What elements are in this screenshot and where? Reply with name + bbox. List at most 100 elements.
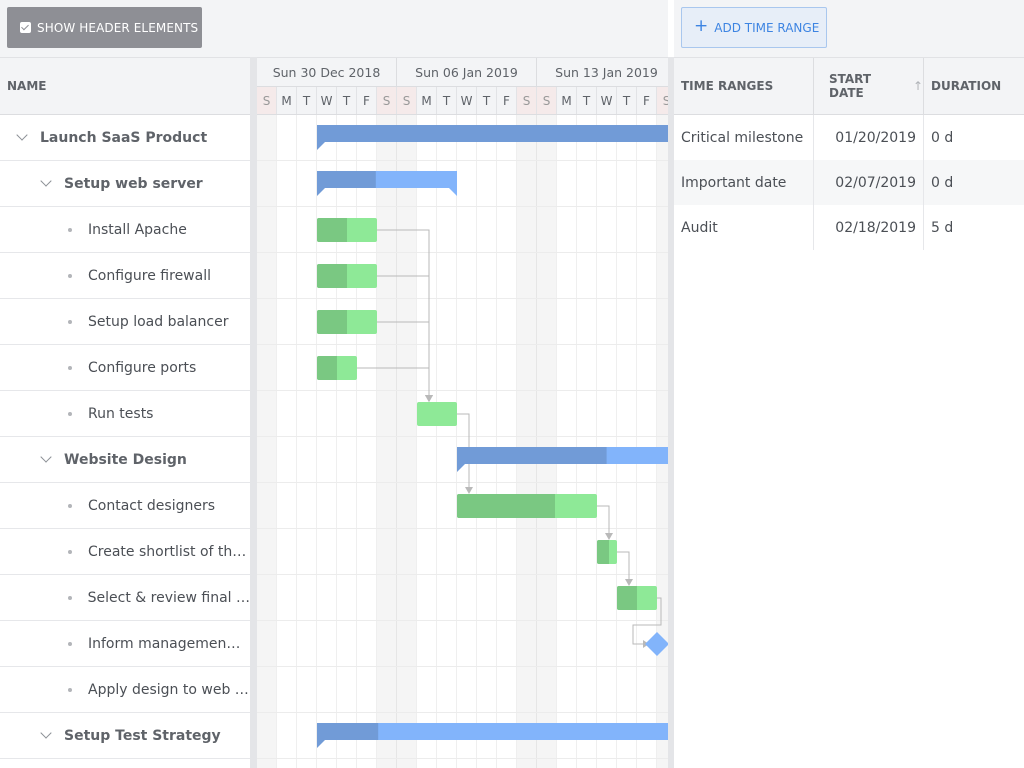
time-range-row[interactable]: Important date 02/07/2019 0 d [674, 160, 1024, 205]
task-progress-edge [345, 310, 347, 334]
task-row[interactable]: Install Apache [0, 207, 250, 253]
summary-left-cap [457, 464, 465, 472]
task-progress-edge [635, 586, 637, 610]
day-header: T [297, 87, 317, 114]
task-progress [617, 586, 637, 610]
weekend-shade [537, 115, 557, 768]
task-bar[interactable] [417, 402, 457, 426]
timeline-days-row: SMTWTFSSMTWTFSSMTWTFS [257, 87, 668, 114]
checkbox-checked-icon[interactable] [20, 22, 31, 33]
task-progress [317, 356, 337, 380]
day-header: S [517, 87, 537, 114]
time-range-name[interactable]: Critical milestone [674, 115, 814, 160]
task-name: Configure firewall [88, 267, 211, 284]
time-range-duration[interactable]: 0 d [924, 160, 1024, 205]
time-ranges-name-header[interactable]: TIME RANGES [674, 58, 814, 114]
name-column-header-label: NAME [7, 79, 47, 93]
timeline-header: Sun 30 Dec 2018 Sun 06 Jan 2019 Sun 13 Jan… [257, 57, 668, 115]
name-column-header[interactable]: NAME [0, 57, 250, 115]
task-row[interactable]: Setup web server [0, 161, 250, 207]
tree-toggle[interactable] [16, 129, 40, 141]
task-name: Website Design [64, 451, 187, 468]
dependency-line[interactable] [597, 505, 610, 534]
dependency-arrow-icon [425, 395, 433, 402]
task-row[interactable]: Select & review final … [0, 575, 250, 621]
weekend-shade [377, 115, 397, 768]
summary-progress [317, 171, 376, 188]
duration-header-label: DURATION [931, 79, 1002, 93]
timeline-canvas [257, 115, 668, 768]
task-row[interactable]: Setup load balancer [0, 299, 250, 345]
add-time-range-button[interactable]: + ADD TIME RANGE [681, 7, 827, 48]
time-range-start-date[interactable]: 01/20/2019 [814, 115, 924, 160]
time-range-start-date[interactable]: 02/18/2019 [814, 205, 924, 250]
summary-progress [457, 447, 607, 464]
chevron-down-icon[interactable] [40, 175, 52, 187]
chevron-down-icon[interactable] [40, 451, 52, 463]
time-ranges-body: Critical milestone 01/20/2019 0 d Important… [674, 115, 1024, 250]
weekend-shade [257, 115, 277, 768]
day-header: W [317, 87, 337, 114]
task-progress-edge [335, 356, 337, 380]
time-range-name[interactable]: Important date [674, 160, 814, 205]
task-row[interactable]: Create shortlist of th… [0, 529, 250, 575]
week-header: Sun 13 Jan 2019 [537, 58, 668, 87]
show-header-elements-button[interactable]: SHOW HEADER ELEMENTS [7, 7, 202, 48]
tree-toggle [66, 687, 88, 692]
day-header: F [357, 87, 377, 114]
dependency-arrow-icon [605, 533, 613, 540]
duration-header[interactable]: DURATION [924, 58, 1024, 114]
time-range-row[interactable]: Audit 02/18/2019 5 d [674, 205, 1024, 250]
start-date-header-label: START DATE [829, 72, 872, 100]
summary-left-cap [317, 740, 325, 748]
dependency-line[interactable] [617, 551, 630, 580]
task-progress [457, 494, 555, 518]
tree-toggle [66, 549, 88, 554]
task-row[interactable]: Inform managemen… [0, 621, 250, 667]
leaf-bullet-icon [68, 365, 72, 370]
timeline-body [257, 115, 668, 768]
task-name: Run tests [88, 405, 154, 422]
leaf-bullet-icon [68, 411, 72, 416]
time-range-duration[interactable]: 5 d [924, 205, 1024, 250]
task-row[interactable]: Configure ports [0, 345, 250, 391]
time-range-row[interactable]: Critical milestone 01/20/2019 0 d [674, 115, 1024, 160]
chevron-down-icon[interactable] [40, 727, 52, 739]
task-row[interactable]: Setup Test Strategy [0, 713, 250, 759]
day-header: T [337, 87, 357, 114]
time-range-duration[interactable]: 0 d [924, 115, 1024, 160]
dependency-arrow-icon [625, 579, 633, 586]
day-header: T [577, 87, 597, 114]
time-range-start-date[interactable]: 02/07/2019 [814, 160, 924, 205]
summary-right-cap [449, 188, 457, 196]
time-ranges-name-header-label: TIME RANGES [681, 79, 774, 93]
leaf-bullet-icon [68, 227, 72, 232]
day-header: T [477, 87, 497, 114]
tree-toggle[interactable] [40, 451, 64, 463]
task-row[interactable]: Run tests [0, 391, 250, 437]
task-name: Install Apache [88, 221, 187, 238]
task-progress-edge [607, 540, 609, 564]
timeline-weeks-row: Sun 30 Dec 2018 Sun 06 Jan 2019 Sun 13 Jan… [257, 58, 668, 87]
chevron-down-icon[interactable] [16, 129, 28, 141]
grid-timeline-splitter[interactable] [250, 57, 257, 768]
time-range-name[interactable]: Audit [674, 205, 814, 250]
tree-toggle[interactable] [40, 727, 64, 739]
week-header: Sun 30 Dec 2018 [257, 58, 397, 87]
tree-toggle [66, 503, 88, 508]
task-row[interactable]: Contact designers [0, 483, 250, 529]
week-header: Sun 06 Jan 2019 [397, 58, 537, 87]
task-progress-edge [345, 218, 347, 242]
start-date-header[interactable]: START DATE ↑ [814, 58, 924, 114]
plus-icon: + [694, 16, 709, 36]
task-name: Setup web server [64, 175, 203, 192]
weekend-shade [397, 115, 417, 768]
day-header: W [597, 87, 617, 114]
task-row[interactable]: Launch SaaS Product [0, 115, 250, 161]
task-row[interactable]: Configure firewall [0, 253, 250, 299]
task-row[interactable]: Apply design to web … [0, 667, 250, 713]
task-row[interactable]: Website Design [0, 437, 250, 483]
tree-toggle[interactable] [40, 175, 64, 187]
summary-progress [317, 125, 668, 142]
day-header: F [497, 87, 517, 114]
